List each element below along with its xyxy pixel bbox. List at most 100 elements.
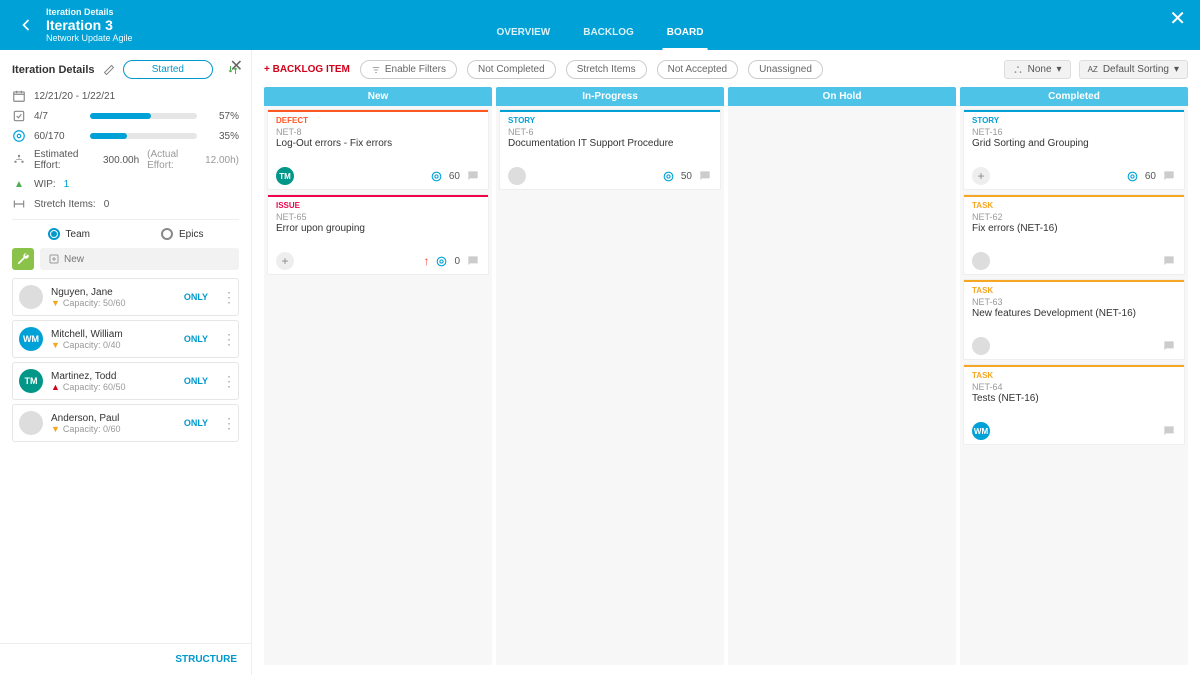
card-title: Tests (NET-16) — [972, 393, 1176, 404]
board-card[interactable]: TASK NET-63 New features Development (NE… — [963, 279, 1185, 360]
points-pct: 35% — [211, 131, 239, 142]
card-title: Documentation IT Support Procedure — [508, 138, 712, 149]
chat-icon[interactable] — [1162, 169, 1176, 183]
card-type: ISSUE — [276, 201, 480, 210]
board-card[interactable]: STORY NET-6 Documentation IT Support Pro… — [499, 109, 721, 190]
avatar[interactable] — [972, 252, 990, 270]
status-started-pill[interactable]: Started — [123, 60, 213, 79]
stretch-icon — [12, 197, 26, 211]
page-subtitle[interactable]: Network Update Agile — [46, 33, 133, 43]
card-id: NET-16 — [972, 127, 1176, 137]
only-button[interactable]: ONLY — [184, 418, 208, 428]
points-gear-icon — [662, 170, 675, 183]
column-completed: Completed STORY NET-16 Grid Sorting and … — [960, 87, 1188, 665]
close-icon[interactable]: ✕ — [1169, 6, 1186, 31]
more-icon[interactable]: ⋮ — [222, 373, 232, 390]
avatar: TM — [19, 369, 43, 393]
avatar — [19, 411, 43, 435]
radio-team-label: Team — [66, 229, 90, 240]
stretch-row: Stretch Items: 0 — [12, 197, 239, 211]
add-assignee-icon[interactable]: + — [276, 252, 294, 270]
card-title: New features Development (NET-16) — [972, 308, 1176, 319]
enable-filters-button[interactable]: Enable Filters — [360, 60, 457, 79]
card-type: TASK — [972, 286, 1176, 295]
only-button[interactable]: ONLY — [184, 334, 208, 344]
more-icon[interactable]: ⋮ — [222, 415, 232, 432]
pill-not-completed[interactable]: Not Completed — [467, 60, 556, 79]
add-backlog-button[interactable]: + BACKLOG ITEM — [264, 64, 350, 75]
member-card[interactable]: TM Martinez, Todd ▲ Capacity: 60/50 ONLY… — [12, 362, 239, 400]
priority-icon: ↑ — [423, 254, 429, 268]
sidebar-title: Iteration Details — [12, 64, 95, 76]
member-card[interactable]: Anderson, Paul ▼ Capacity: 0/60 ONLY ⋮ — [12, 404, 239, 442]
board-card[interactable]: STORY NET-16 Grid Sorting and Grouping +… — [963, 109, 1185, 190]
date-range-row: 12/21/20 - 1/22/21 — [12, 89, 239, 103]
avatar[interactable] — [508, 167, 526, 185]
chat-icon[interactable] — [1162, 339, 1176, 353]
chat-icon[interactable] — [466, 254, 480, 268]
pill-not-accepted[interactable]: Not Accepted — [657, 60, 738, 79]
radio-epics[interactable]: Epics — [161, 228, 203, 240]
tab-backlog[interactable]: BACKLOG — [579, 19, 638, 50]
card-id: NET-63 — [972, 297, 1176, 307]
sort-label: Default Sorting — [1103, 64, 1169, 75]
group-by-button[interactable]: None ▾ — [1004, 60, 1071, 79]
sort-button[interactable]: AZ Default Sorting ▾ — [1079, 60, 1188, 79]
board-card[interactable]: TASK NET-64 Tests (NET-16) WM — [963, 364, 1185, 445]
chevron-down-icon: ▾ — [1174, 64, 1179, 75]
points-gear-icon — [1126, 170, 1139, 183]
members-list: Nguyen, Jane ▼ Capacity: 50/60 ONLY ⋮ WM… — [12, 278, 239, 442]
column-onhold: On Hold — [728, 87, 956, 665]
progress-count-row: 4/7 57% — [12, 109, 239, 123]
board-card[interactable]: DEFECT NET-8 Log-Out errors - Fix errors… — [267, 109, 489, 190]
more-icon[interactable]: ⋮ — [222, 289, 232, 306]
only-button[interactable]: ONLY — [184, 376, 208, 386]
wrench-button[interactable] — [12, 248, 34, 270]
only-button[interactable]: ONLY — [184, 292, 208, 302]
wip-value: 1 — [64, 179, 70, 190]
card-title: Grid Sorting and Grouping — [972, 138, 1176, 149]
avatar[interactable]: WM — [972, 422, 990, 440]
tab-board[interactable]: BOARD — [663, 19, 708, 50]
radio-team-epics: Team Epics — [12, 228, 239, 240]
tab-overview[interactable]: OVERVIEW — [493, 19, 555, 50]
radio-team[interactable]: Team — [48, 228, 90, 240]
member-card[interactable]: WM Mitchell, William ▼ Capacity: 0/40 ON… — [12, 320, 239, 358]
more-icon[interactable]: ⋮ — [222, 331, 232, 348]
board-card[interactable]: TASK NET-62 Fix errors (NET-16) — [963, 194, 1185, 275]
card-points: 0 — [454, 256, 460, 267]
add-assignee-icon[interactable]: + — [972, 167, 990, 185]
member-name: Martinez, Todd — [51, 371, 125, 382]
wip-icon: ▲ — [12, 177, 26, 191]
chat-icon[interactable] — [1162, 424, 1176, 438]
board-toolbar: + BACKLOG ITEM Enable Filters Not Comple… — [264, 60, 1188, 79]
board-card[interactable]: ISSUE NET-65 Error upon grouping + ↑ 0 — [267, 194, 489, 275]
back-arrow-icon[interactable] — [16, 15, 36, 35]
new-member-button[interactable]: New — [40, 248, 239, 270]
column-header-new: New — [264, 87, 492, 106]
edit-icon[interactable] — [103, 64, 115, 76]
card-type: DEFECT — [276, 116, 480, 125]
chat-icon[interactable] — [1162, 254, 1176, 268]
hierarchy-icon — [12, 153, 26, 167]
card-title: Error upon grouping — [276, 223, 480, 234]
new-label: New — [64, 254, 84, 265]
avatar[interactable] — [972, 337, 990, 355]
pill-stretch[interactable]: Stretch Items — [566, 60, 647, 79]
pill-unassigned[interactable]: Unassigned — [748, 60, 823, 79]
app-header: Iteration Details Iteration 3 Network Up… — [0, 0, 1200, 50]
card-id: NET-64 — [972, 382, 1176, 392]
card-type: TASK — [972, 201, 1176, 210]
est-effort-val: 300.00h — [103, 155, 139, 166]
chat-icon[interactable] — [698, 169, 712, 183]
sidebar-close-icon[interactable]: ✕ — [230, 56, 243, 76]
avatar[interactable]: TM — [276, 167, 294, 185]
page-title: Iteration 3 — [46, 17, 133, 33]
count-progress — [90, 113, 197, 119]
member-card[interactable]: Nguyen, Jane ▼ Capacity: 50/60 ONLY ⋮ — [12, 278, 239, 316]
member-capacity: ▼ Capacity: 0/60 — [51, 424, 120, 434]
chat-icon[interactable] — [466, 169, 480, 183]
structure-link[interactable]: STRUCTURE — [0, 643, 251, 675]
hierarchy-small-icon — [1013, 65, 1023, 75]
member-capacity: ▲ Capacity: 60/50 — [51, 382, 125, 392]
